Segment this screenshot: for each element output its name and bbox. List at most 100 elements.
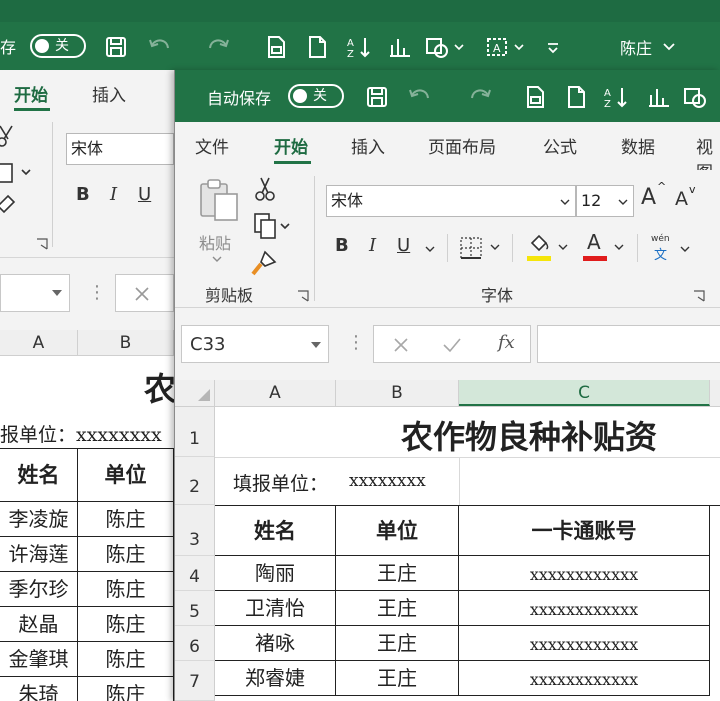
- autosave-toggle[interactable]: 关: [30, 34, 86, 58]
- undo-icon[interactable]: [147, 35, 173, 59]
- shapes-icon[interactable]: [425, 35, 465, 59]
- copy-icon[interactable]: [253, 212, 293, 240]
- format-painter-icon[interactable]: [251, 250, 277, 276]
- chevron-down-icon[interactable]: [617, 197, 629, 207]
- italic-button[interactable]: I: [110, 184, 117, 205]
- redo-icon[interactable]: [205, 35, 231, 59]
- new-file-icon[interactable]: [565, 85, 587, 109]
- row-header-5[interactable]: 5: [175, 591, 215, 626]
- chevron-down-icon[interactable]: [557, 242, 569, 252]
- chart-icon[interactable]: [388, 35, 412, 59]
- format-painter-icon[interactable]: [0, 194, 16, 220]
- chart-icon[interactable]: [647, 85, 671, 109]
- chevron-down-icon[interactable]: [662, 36, 676, 56]
- cell-unit[interactable]: 陈庄: [78, 572, 174, 607]
- formula-bar-splitter[interactable]: ⋮: [88, 282, 106, 303]
- shapes-icon[interactable]: [683, 85, 719, 109]
- dropdown-arrow-icon[interactable]: [310, 340, 322, 350]
- font-color-button[interactable]: A: [583, 230, 629, 264]
- dialog-launcher-icon[interactable]: [693, 290, 705, 302]
- redo-icon[interactable]: [467, 85, 493, 109]
- select-object-icon[interactable]: A: [485, 35, 525, 59]
- scissors-icon[interactable]: [255, 176, 275, 202]
- cell-name[interactable]: 郑睿婕: [215, 661, 336, 696]
- dropdown-arrow-icon[interactable]: [51, 288, 63, 298]
- row-header-4[interactable]: 4: [175, 556, 215, 591]
- formula-input[interactable]: [537, 325, 720, 363]
- font-size-input[interactable]: 12: [576, 185, 634, 217]
- autosave-toggle[interactable]: 关: [288, 84, 344, 108]
- column-header-b[interactable]: B: [78, 330, 174, 355]
- cell-unit[interactable]: 王庄: [336, 591, 459, 626]
- column-header-a[interactable]: A: [215, 380, 336, 406]
- save-icon[interactable]: [365, 85, 389, 109]
- cell-unit[interactable]: 陈庄: [78, 677, 174, 701]
- cell-name[interactable]: 朱琦: [0, 677, 78, 701]
- cell-unit[interactable]: 陈庄: [78, 502, 174, 537]
- sort-icon[interactable]: AZ: [346, 35, 372, 59]
- chevron-down-icon[interactable]: [559, 197, 571, 207]
- tab-insert[interactable]: 插入: [92, 81, 126, 106]
- save-icon[interactable]: [104, 35, 128, 59]
- row-header-1[interactable]: 1: [175, 407, 215, 457]
- borders-icon[interactable]: [459, 236, 503, 260]
- bold-button[interactable]: B: [76, 184, 90, 205]
- phonetic-guide-button[interactable]: wén 文: [649, 232, 697, 264]
- header-unit[interactable]: 单位: [336, 506, 459, 556]
- column-header-a[interactable]: A: [0, 330, 78, 355]
- customize-toolbar-icon[interactable]: [545, 35, 561, 59]
- undo-icon[interactable]: [407, 85, 433, 109]
- column-header-b[interactable]: B: [336, 380, 459, 406]
- new-file-icon[interactable]: [306, 35, 328, 59]
- cell-unit[interactable]: 王庄: [336, 626, 459, 661]
- chevron-down-icon[interactable]: [679, 244, 691, 254]
- underline-button[interactable]: U: [397, 235, 410, 256]
- tab-page-layout[interactable]: 页面布局: [428, 133, 496, 158]
- header-name[interactable]: 姓名: [215, 506, 336, 556]
- name-box[interactable]: C33: [181, 325, 329, 363]
- name-box[interactable]: [0, 274, 70, 312]
- bold-button[interactable]: B: [335, 235, 349, 256]
- italic-button[interactable]: I: [369, 235, 376, 256]
- cell-unit[interactable]: 王庄: [336, 661, 459, 696]
- fill-unit-label[interactable]: 填报单位：: [233, 469, 328, 496]
- row-header-7[interactable]: 7: [175, 661, 215, 701]
- cell-account[interactable]: xxxxxxxxxxxx: [459, 661, 710, 696]
- user-name[interactable]: 陈庄: [620, 35, 652, 59]
- scissors-icon[interactable]: [0, 124, 16, 148]
- increase-font-size-button[interactable]: A: [641, 185, 656, 210]
- row-header-6[interactable]: 6: [175, 626, 215, 661]
- fill-unit-value[interactable]: xxxxxxxx: [349, 471, 426, 491]
- dialog-launcher-icon[interactable]: [297, 290, 309, 302]
- header-account[interactable]: 一卡通账号: [459, 506, 710, 556]
- cell-name[interactable]: 褚咏: [215, 626, 336, 661]
- cell-unit[interactable]: 陈庄: [78, 537, 174, 572]
- cell-account[interactable]: xxxxxxxxxxxx: [459, 556, 710, 591]
- print-preview-icon[interactable]: [265, 35, 287, 59]
- tab-data[interactable]: 数据: [621, 133, 655, 158]
- tab-file[interactable]: 文件: [195, 133, 229, 158]
- print-preview-icon[interactable]: [524, 85, 546, 109]
- cell-name[interactable]: 赵晶: [0, 607, 78, 642]
- cancel-icon[interactable]: [392, 336, 410, 354]
- cell-name[interactable]: 金肇琪: [0, 642, 78, 677]
- cell-account[interactable]: xxxxxxxxxxxx: [459, 626, 710, 661]
- tab-insert[interactable]: 插入: [351, 133, 385, 158]
- formula-bar-splitter[interactable]: ⋮: [347, 332, 365, 353]
- font-name-input[interactable]: 宋体: [66, 133, 174, 165]
- cell-unit[interactable]: 陈庄: [78, 607, 174, 642]
- insert-function-button[interactable]: fx: [498, 332, 515, 353]
- cell-name[interactable]: 李凌旋: [0, 502, 78, 537]
- cancel-icon[interactable]: [133, 285, 151, 303]
- cell-account[interactable]: xxxxxxxxxxxx: [459, 591, 710, 626]
- cell-unit[interactable]: 王庄: [336, 556, 459, 591]
- fill-color-button[interactable]: [527, 232, 573, 264]
- cell-name[interactable]: 许海莲: [0, 537, 78, 572]
- cell-name[interactable]: 卫清怡: [215, 591, 336, 626]
- enter-check-icon[interactable]: [442, 336, 462, 354]
- sort-icon[interactable]: AZ: [603, 85, 629, 109]
- copy-icon[interactable]: [0, 160, 36, 186]
- chevron-down-icon[interactable]: [211, 254, 223, 264]
- dialog-launcher-icon[interactable]: [36, 238, 48, 250]
- row-header-3[interactable]: 3: [175, 505, 215, 556]
